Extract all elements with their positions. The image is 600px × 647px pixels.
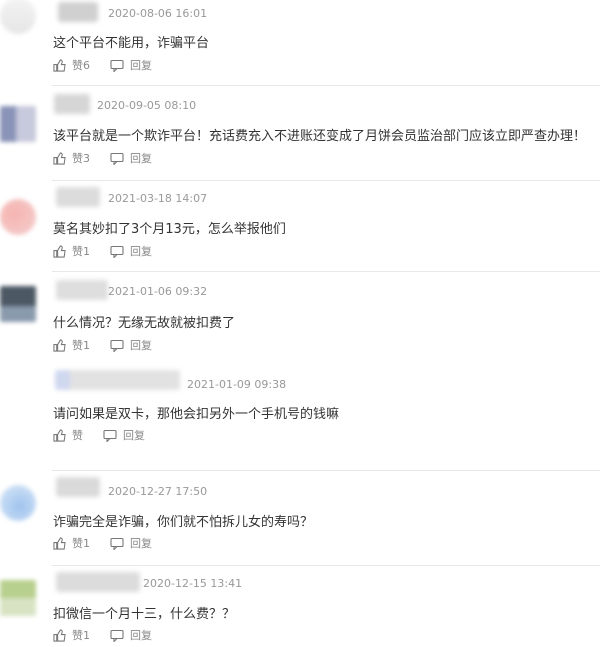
thumbs-up-icon [53, 244, 66, 258]
avatar[interactable] [0, 580, 36, 616]
reply-label: 回复 [123, 429, 145, 442]
thumbs-up-icon [53, 58, 66, 72]
reply-icon [110, 152, 124, 165]
username-blurred[interactable] [55, 370, 180, 390]
like-button[interactable]: 赞1 [53, 627, 90, 643]
reply-button[interactable]: 回复 [103, 427, 145, 443]
thumbs-up-icon [53, 536, 66, 550]
reply-button[interactable]: 回复 [110, 627, 152, 643]
comment-item: 2020-08-06 16:01 这个平台不能用，诈骗平台 赞6 回复 [0, 0, 600, 85]
reply-icon [103, 429, 117, 442]
thumbs-up-icon [53, 628, 66, 642]
comment-item: 2020-12-27 17:50 诈骗完全是诈骗，你们就不怕拆儿女的寿吗？ 赞1… [0, 471, 600, 565]
comment-text: 诈骗完全是诈骗，你们就不怕拆儿女的寿吗？ [53, 515, 314, 530]
comment-actions: 赞3 回复 [53, 150, 172, 166]
username-blurred[interactable] [56, 572, 140, 592]
comment-timestamp: 2020-12-27 17:50 [108, 485, 208, 498]
comment-text: 这个平台不能用，诈骗平台 [53, 36, 210, 51]
like-count: 赞1 [72, 339, 90, 352]
username-blurred[interactable] [56, 280, 108, 300]
avatar[interactable] [0, 0, 36, 34]
comment-text: 该平台就是一个欺诈平台！充话费充入不进账还变成了月饼会员监治部门应该立即严查办理… [53, 129, 587, 144]
like-count: 赞1 [72, 629, 90, 642]
avatar[interactable] [0, 286, 36, 322]
like-count: 赞3 [72, 152, 90, 165]
reply-label: 回复 [130, 537, 152, 550]
comment-item: 2020-12-15 13:41 扣微信一个月十三，什么费？？ 赞1 回复 [0, 566, 600, 647]
like-button[interactable]: 赞 [53, 427, 83, 443]
comment-actions: 赞1 回复 [53, 337, 172, 353]
comment-timestamp: 2021-01-06 09:32 [108, 285, 208, 298]
reply-label: 回复 [130, 152, 152, 165]
comment-text: 莫名其妙扣了3个月13元，怎么举报他们 [53, 222, 286, 237]
like-button[interactable]: 赞1 [53, 535, 90, 551]
comment-item: 2021-01-06 09:32 什么情况？无缘无故就被扣费了 赞1 回复 [0, 272, 600, 362]
thumbs-up-icon [53, 428, 66, 442]
comment-actions: 赞1 回复 [53, 535, 172, 551]
avatar[interactable] [0, 485, 36, 521]
thumbs-up-icon [53, 151, 66, 165]
comment-item: 2021-03-18 14:07 莫名其妙扣了3个月13元，怎么举报他们 赞1 … [0, 181, 600, 271]
avatar[interactable] [0, 106, 36, 142]
reply-icon [110, 537, 124, 550]
username-blurred[interactable] [56, 187, 100, 207]
comment-item: 2020-09-05 08:10 该平台就是一个欺诈平台！充话费充入不进账还变成… [0, 86, 600, 180]
like-button[interactable]: 赞6 [53, 57, 90, 73]
reply-icon [110, 245, 124, 258]
thumbs-up-icon [53, 338, 66, 352]
username-blurred[interactable] [54, 94, 90, 114]
avatar[interactable] [0, 199, 36, 235]
username-blurred[interactable] [58, 2, 98, 22]
reply-icon [110, 339, 124, 352]
like-count: 赞1 [72, 245, 90, 258]
comment-timestamp: 2020-08-06 16:01 [108, 7, 208, 20]
comment-text: 请问如果是双卡，那他会扣另外一个手机号的钱嘛 [53, 407, 340, 422]
like-button[interactable]: 赞1 [53, 243, 90, 259]
like-count: 赞 [72, 429, 83, 442]
comment-timestamp: 2020-09-05 08:10 [97, 99, 197, 112]
comment-text: 扣微信一个月十三，什么费？？ [53, 607, 236, 622]
comment-text: 什么情况？无缘无故就被扣费了 [53, 316, 236, 331]
comment-timestamp: 2021-03-18 14:07 [108, 192, 208, 205]
reply-button[interactable]: 回复 [110, 535, 152, 551]
reply-button[interactable]: 回复 [110, 150, 152, 166]
reply-label: 回复 [130, 339, 152, 352]
reply-label: 回复 [130, 245, 152, 258]
reply-button[interactable]: 回复 [110, 57, 152, 73]
like-count: 赞1 [72, 537, 90, 550]
reply-button[interactable]: 回复 [110, 243, 152, 259]
reply-button[interactable]: 回复 [110, 337, 152, 353]
comment-timestamp: 2020-12-15 13:41 [143, 577, 243, 590]
reply-icon [110, 629, 124, 642]
comment-timestamp: 2021-01-09 09:38 [187, 378, 287, 391]
reply-label: 回复 [130, 59, 152, 72]
comment-actions: 赞6 回复 [53, 57, 172, 73]
username-blurred[interactable] [56, 477, 100, 497]
like-button[interactable]: 赞1 [53, 337, 90, 353]
comment-actions: 赞1 回复 [53, 627, 172, 643]
like-button[interactable]: 赞3 [53, 150, 90, 166]
reply-icon [110, 59, 124, 72]
comment-actions: 赞 回复 [53, 427, 165, 443]
like-count: 赞6 [72, 59, 90, 72]
reply-label: 回复 [130, 629, 152, 642]
comment-actions: 赞1 回复 [53, 243, 172, 259]
reply-item: 2021-01-09 09:38 请问如果是双卡，那他会扣另外一个手机号的钱嘛 … [0, 362, 600, 470]
